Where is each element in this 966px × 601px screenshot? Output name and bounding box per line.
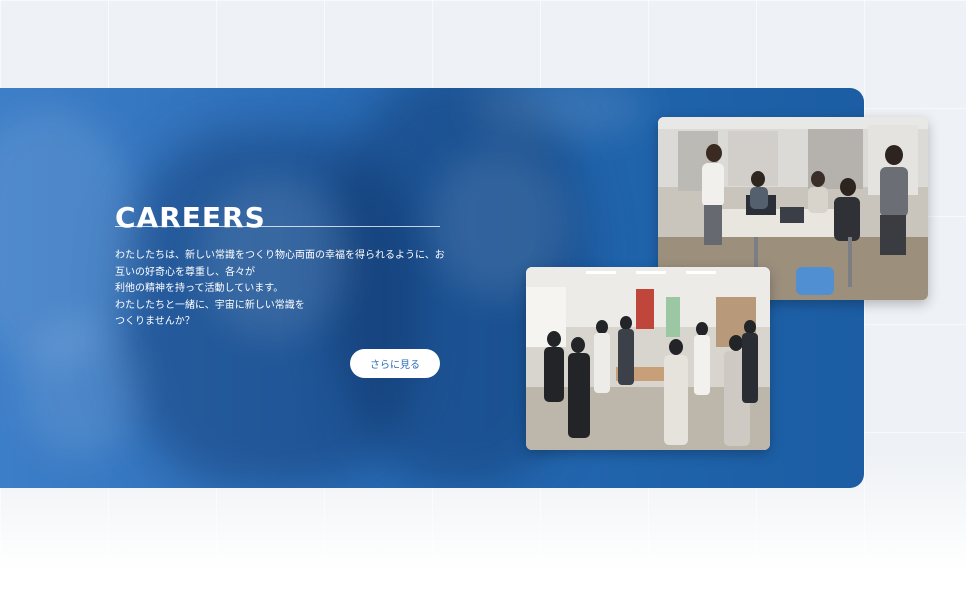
background-photo-highlight bbox=[20, 318, 140, 458]
description-line: 互いの好奇心を尊重し、各々が bbox=[115, 266, 255, 278]
description-line: わたしたちは、新しい常識をつくり物心両面の幸福を得られるように、お bbox=[115, 250, 445, 261]
description-line: つくりませんか？ bbox=[115, 316, 195, 327]
heading-divider bbox=[115, 226, 440, 227]
see-more-button[interactable]: さらに見る bbox=[350, 349, 440, 378]
description-line: 利他の精神を持って活動しています。 bbox=[115, 283, 284, 294]
careers-description: わたしたちは、新しい常識をつくり物心両面の幸福を得られるように、お 互いの好奇心… bbox=[115, 248, 445, 331]
description-line: わたしたちと一緒に、宇宙に新しい常識を bbox=[115, 299, 305, 311]
careers-heading: CAREERS bbox=[115, 201, 266, 235]
team-gathering-photo bbox=[526, 267, 770, 450]
